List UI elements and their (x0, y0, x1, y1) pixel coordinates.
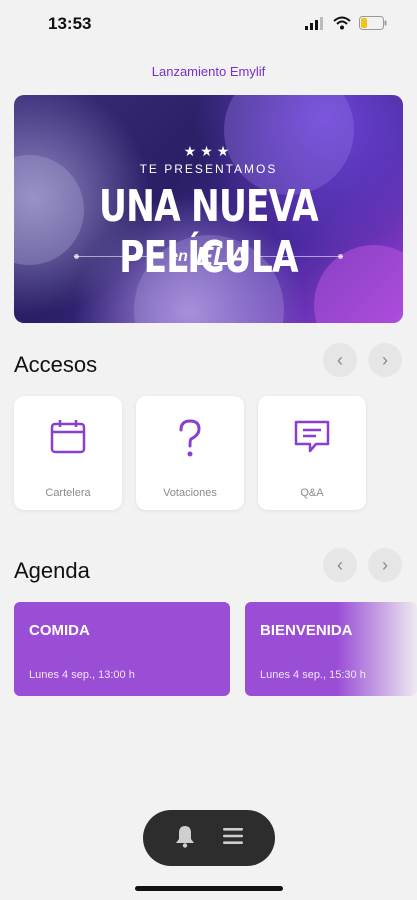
chat-icon (258, 418, 366, 461)
accesos-title: Accesos (14, 352, 98, 377)
bottom-nav (143, 810, 275, 866)
chevron-left-icon: ‹ (337, 554, 343, 575)
agenda-prev-button[interactable]: ‹ (323, 548, 357, 582)
banner-pretitle: TE PRESENTAMOS (139, 162, 278, 176)
agenda-card-date: Lunes 4 sep., 13:00 h (29, 669, 135, 681)
banner-en: en (169, 247, 188, 265)
banner-subtitle: en ELA (74, 241, 344, 272)
status-bar: 13:53 (0, 0, 417, 50)
status-icons (305, 16, 387, 35)
banner-divider (74, 254, 162, 259)
battery-icon (359, 16, 387, 35)
calendar-icon (14, 418, 122, 461)
wifi-icon (333, 16, 351, 35)
banner-divider (255, 254, 344, 259)
accesos-next-button[interactable]: › (368, 343, 402, 377)
question-icon (136, 418, 244, 465)
bell-icon[interactable] (174, 824, 196, 853)
app-title: Lanzamiento Emylif (151, 64, 266, 79)
banner-brand: ELA (195, 241, 248, 271)
agenda-title: Agenda (14, 558, 90, 583)
chevron-left-icon: ‹ (337, 349, 343, 370)
promo-banner[interactable]: ★★★ TE PRESENTAMOS UNA NUEVA PELÍCULA en… (14, 95, 403, 323)
status-time: 13:53 (48, 14, 92, 33)
agenda-next-button[interactable]: › (368, 548, 402, 582)
chevron-right-icon: › (382, 554, 388, 575)
access-card-qa[interactable]: Q&A (258, 396, 366, 510)
home-indicator (135, 886, 283, 891)
menu-icon[interactable] (222, 826, 244, 851)
agenda-card-title: COMIDA (29, 622, 90, 639)
accesos-prev-button[interactable]: ‹ (323, 343, 357, 377)
signal-icon (305, 16, 325, 35)
access-card-label: Cartelera (45, 487, 91, 499)
carousel-fade (337, 595, 417, 705)
access-card-votaciones[interactable]: Votaciones (136, 396, 244, 510)
banner-stars: ★★★ (183, 143, 234, 159)
access-card-label: Q&A (300, 487, 324, 499)
agenda-card[interactable]: COMIDA Lunes 4 sep., 13:00 h (14, 602, 230, 696)
chevron-right-icon: › (382, 349, 388, 370)
access-card-cartelera[interactable]: Cartelera (14, 396, 122, 510)
access-card-label: Votaciones (163, 487, 217, 499)
